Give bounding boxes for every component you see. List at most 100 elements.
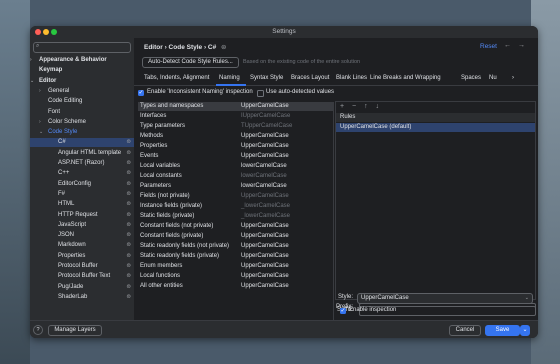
naming-entity: Types and namespaces xyxy=(140,103,204,109)
rules-toolbar[interactable]: + − ↑ ↓ xyxy=(340,103,382,110)
sidebar-item[interactable]: › Appearance & Behavior xyxy=(30,56,134,65)
active-tab-indicator xyxy=(216,84,246,86)
sidebar-item[interactable]: JavaScript ⊜ xyxy=(30,221,134,230)
naming-entity: Methods xyxy=(140,133,164,139)
scheme-scope-icon: ⊜ xyxy=(126,273,131,280)
sidebar-item[interactable]: Angular HTML template ⊜ xyxy=(30,149,134,158)
sidebar-item[interactable]: Markdown ⊜ xyxy=(30,241,134,250)
naming-row[interactable]: Constant fields (private) UpperCamelCase xyxy=(138,232,333,241)
sidebar-item[interactable]: HTTP Request ⊜ xyxy=(30,211,134,220)
naming-row[interactable]: Static readonly fields (private) UpperCam… xyxy=(138,252,333,261)
sidebar-item[interactable]: C# ⊜ xyxy=(30,138,134,148)
chevron-right-icon[interactable]: › xyxy=(30,56,32,65)
tab-2[interactable]: Syntax Style xyxy=(250,75,283,81)
chevron-down-icon[interactable]: ⌄ xyxy=(39,128,43,137)
sidebar-item[interactable]: Pug/Jade ⊜ xyxy=(30,283,134,292)
use-autodetected-checkbox[interactable] xyxy=(257,90,264,97)
tab-7[interactable]: Nu xyxy=(489,75,497,81)
scheme-scope-icon: ⊜ xyxy=(126,283,131,290)
sidebar-item-label: Angular HTML template xyxy=(58,149,122,156)
zoom-window-button[interactable] xyxy=(51,29,57,35)
sidebar-item-label: Properties xyxy=(58,252,86,259)
naming-row[interactable]: Types and namespaces UpperCamelCase xyxy=(138,102,333,111)
sidebar-item-label: Keymap xyxy=(39,67,63,74)
scheme-scope-icon: ⊜ xyxy=(126,139,131,146)
tab-4[interactable]: Blank Lines xyxy=(336,75,367,81)
settings-window: Settings ⌕ › Appearance & Behavior Keymap ⌄… xyxy=(30,26,538,338)
naming-row[interactable]: Methods UpperCamelCase xyxy=(138,132,333,141)
tab-1[interactable]: Naming xyxy=(219,75,240,81)
sidebar-item[interactable]: ShaderLab ⊜ xyxy=(30,293,134,302)
inconsistent-naming-checkbox[interactable] xyxy=(138,89,144,96)
naming-row[interactable]: Parameters lowerCamelCase xyxy=(138,182,333,191)
title-bar: Settings xyxy=(30,26,538,38)
close-window-button[interactable] xyxy=(35,29,41,35)
sidebar-item[interactable]: ASP.NET (Razor) ⊜ xyxy=(30,159,134,168)
tab-5[interactable]: Line Breaks and Wrapping xyxy=(370,75,441,81)
scheme-scope-icon: ⊜ xyxy=(126,252,131,259)
sidebar-item[interactable]: › Color Scheme xyxy=(30,118,134,127)
sidebar-item[interactable]: Properties ⊜ xyxy=(30,252,134,261)
sidebar-item[interactable]: C++ ⊜ xyxy=(30,169,134,178)
naming-row[interactable]: Local constants lowerCamelCase xyxy=(138,172,333,181)
naming-row[interactable]: Properties UpperCamelCase xyxy=(138,142,333,151)
scheme-scope-icon: ⊜ xyxy=(126,201,131,208)
minimize-window-button[interactable] xyxy=(43,29,49,35)
naming-row[interactable]: Static readonly fields (not private) Uppe… xyxy=(138,242,333,251)
sidebar-item-label: Markdown xyxy=(58,242,86,249)
naming-row[interactable]: Constant fields (not private) UpperCamelC… xyxy=(138,222,333,231)
inconsistent-naming-label: Enable 'Inconsistent Naming' inspection xyxy=(147,89,253,95)
naming-row[interactable]: Events UpperCamelCase xyxy=(138,152,333,161)
save-button[interactable]: Save xyxy=(485,325,520,336)
naming-entity: Local functions xyxy=(140,273,181,279)
cancel-button[interactable]: Cancel xyxy=(449,325,481,336)
reset-button[interactable]: Reset xyxy=(480,43,497,50)
sidebar-item[interactable]: Protocol Buffer ⊜ xyxy=(30,262,134,271)
tab-more[interactable]: › xyxy=(512,75,514,81)
naming-row[interactable]: Local functions UpperCamelCase xyxy=(138,272,333,281)
auto-detect-button[interactable]: Auto-Detect Code Style Rules... xyxy=(142,57,239,68)
sidebar-item[interactable]: Protocol Buffer Text ⊜ xyxy=(30,272,134,281)
chevron-down-icon: ⌄ xyxy=(524,295,529,301)
sidebar-item[interactable]: JSON ⊜ xyxy=(30,231,134,240)
style-select[interactable]: UpperCamelCase ⌄ xyxy=(357,293,533,304)
naming-entity: Interfaces xyxy=(140,113,167,119)
sidebar-item-label: General xyxy=(48,87,70,94)
scheme-scope-icon: ⊜ xyxy=(126,242,131,249)
chevron-down-icon[interactable]: ⌄ xyxy=(30,77,34,86)
save-options-button[interactable]: ⌄ xyxy=(520,325,530,336)
naming-row[interactable]: Local variables lowerCamelCase xyxy=(138,162,333,171)
sidebar-item[interactable]: HTML ⊜ xyxy=(30,200,134,209)
tab-3[interactable]: Braces Layout xyxy=(291,75,329,81)
naming-row[interactable]: Interfaces IUpperCamelCase xyxy=(138,112,333,121)
sidebar-item[interactable]: EditorConfig ⊜ xyxy=(30,180,134,189)
manage-layers-button[interactable]: Manage Layers xyxy=(48,325,102,336)
sidebar-item[interactable]: F# ⊜ xyxy=(30,190,134,199)
tab-0[interactable]: Tabs, Indents, Alignment xyxy=(144,75,209,81)
naming-row[interactable]: All other entities UpperCamelCase xyxy=(138,282,333,291)
tab-6[interactable]: Spaces xyxy=(461,75,481,81)
naming-row[interactable]: Instance fields (private) _lowerCamelCase xyxy=(138,202,333,211)
naming-entity: Static readonly fields (not private) xyxy=(140,243,230,249)
naming-row[interactable]: Fields (not private) UpperCamelCase xyxy=(138,192,333,201)
enable-inspection-checkbox[interactable] xyxy=(340,307,346,314)
settings-search-input[interactable]: ⌕ xyxy=(33,42,131,53)
sidebar-item[interactable]: › General xyxy=(30,87,134,96)
naming-row[interactable]: Static fields (private) _lowerCamelCase xyxy=(138,212,333,221)
sidebar-item[interactable]: Keymap xyxy=(30,66,134,75)
chevron-right-icon[interactable]: › xyxy=(39,87,41,96)
naming-row[interactable]: Type parameters TUpperCamelCase xyxy=(138,122,333,131)
sidebar-item[interactable]: ⌄ Code Style xyxy=(30,128,134,137)
naming-row[interactable]: Enum members UpperCamelCase xyxy=(138,262,333,271)
chevron-right-icon[interactable]: › xyxy=(39,118,41,127)
sidebar-item[interactable]: ⌄ Editor xyxy=(30,77,134,86)
naming-style: _lowerCamelCase xyxy=(241,203,291,209)
naming-style: UpperCamelCase xyxy=(241,253,289,259)
naming-style: UpperCamelCase xyxy=(241,273,289,279)
help-button[interactable]: ? xyxy=(33,325,43,335)
forward-arrow-icon[interactable]: → xyxy=(518,42,525,49)
sidebar-item[interactable]: Code Editing xyxy=(30,97,134,106)
back-arrow-icon[interactable]: ← xyxy=(504,42,511,49)
sidebar-item[interactable]: Font xyxy=(30,108,134,117)
rule-item-default[interactable]: UpperCamelCase (default) xyxy=(336,123,535,132)
